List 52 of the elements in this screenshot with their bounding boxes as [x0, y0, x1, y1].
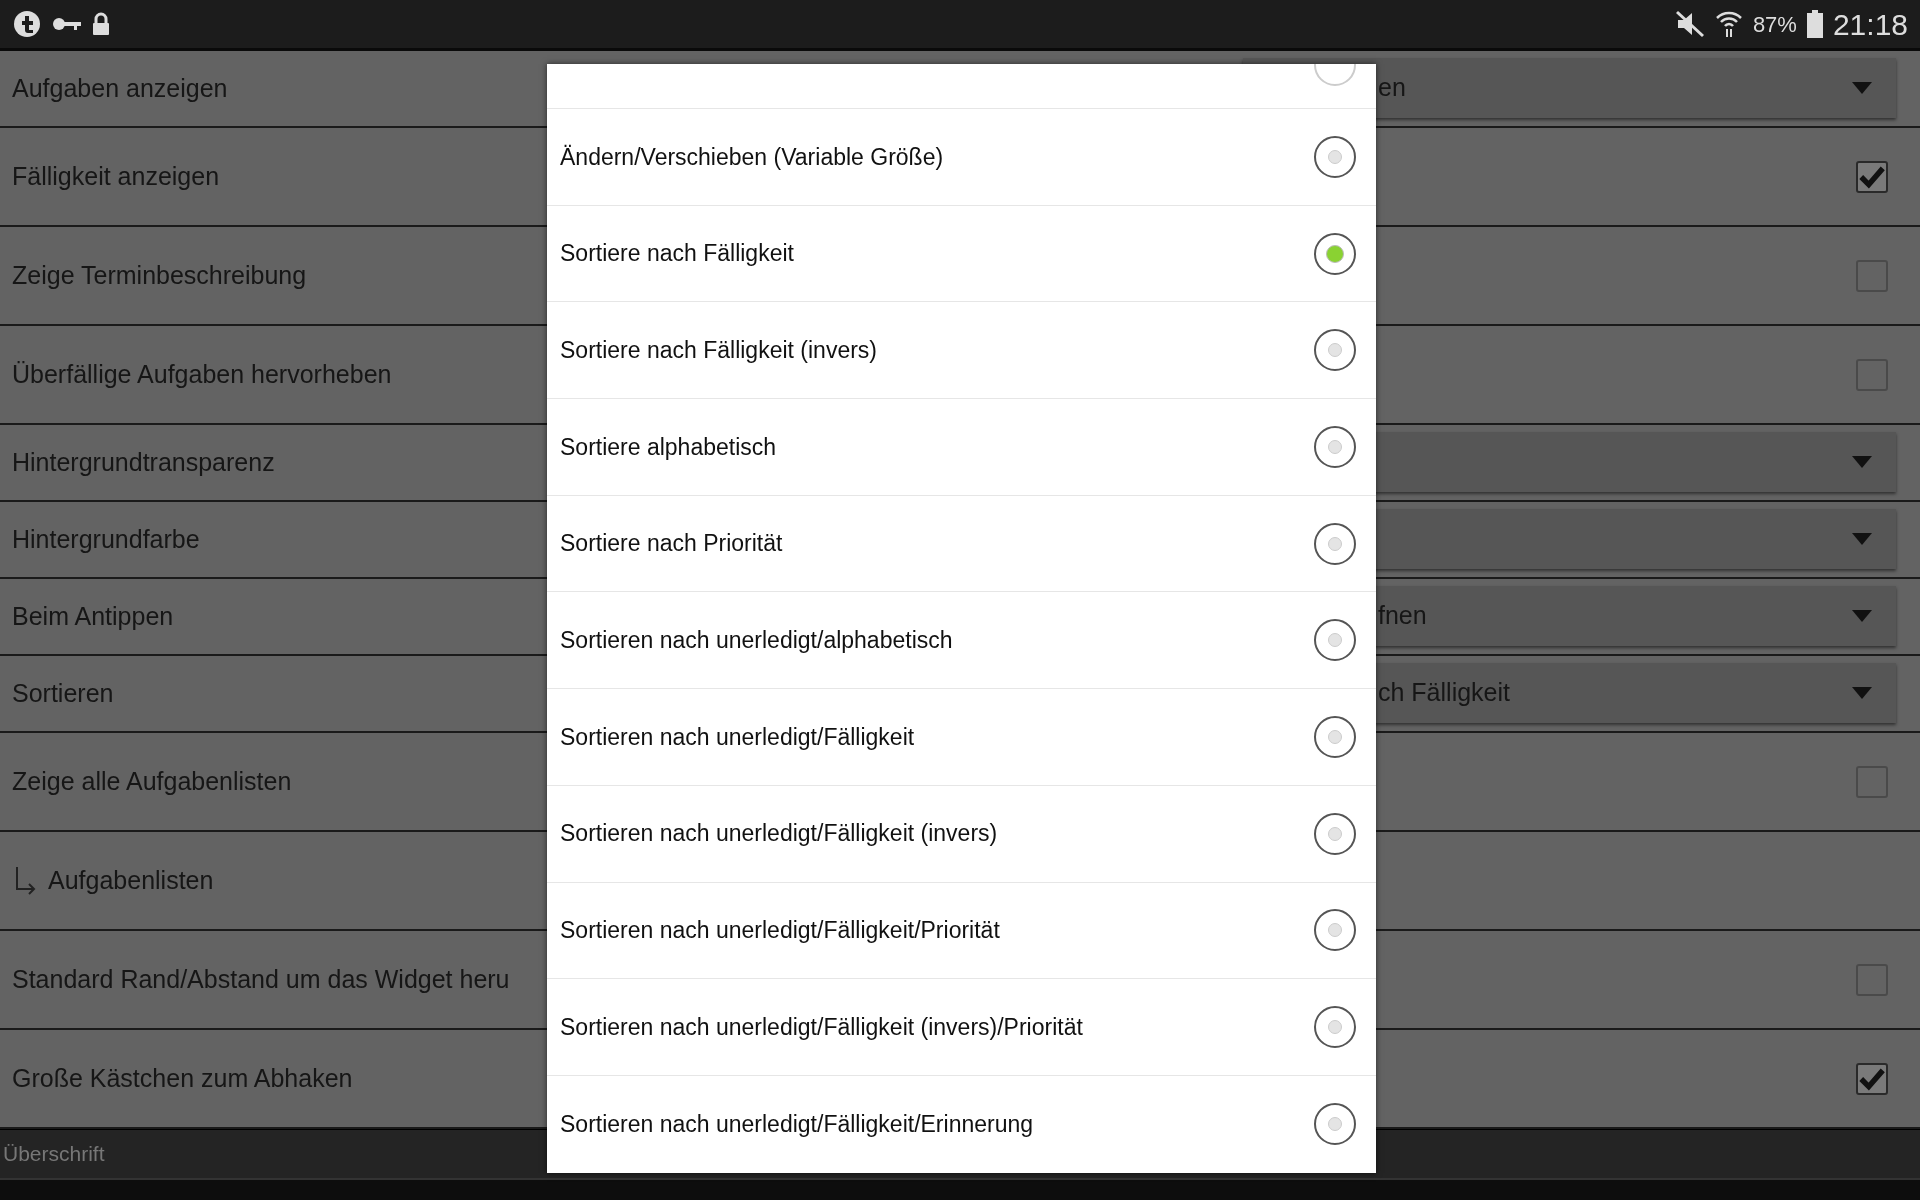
- checkbox[interactable]: [1856, 1062, 1888, 1095]
- setting-label: Zeige Terminbeschreibung: [12, 259, 307, 291]
- dropdown-arrow-icon: [1852, 82, 1872, 94]
- sort-option[interactable]: Sortiere alphabetisch: [547, 399, 1376, 496]
- sort-option[interactable]: Sortieren nach unerledigt/Fälligkeit (invers): [547, 785, 1376, 883]
- dropdown-arrow-icon: [1852, 610, 1872, 622]
- setting-label: Hintergrundtransparenz: [12, 446, 275, 478]
- radio-button[interactable]: [1314, 135, 1356, 178]
- radio-button[interactable]: [1314, 425, 1356, 468]
- setting-label: Zeige alle Aufgabenlisten: [12, 765, 292, 797]
- setting-label: Aufgaben anzeigen: [12, 72, 228, 104]
- sort-option[interactable]: Sortieren nach unerledigt/Fälligkeit (invers)/Priorität: [547, 979, 1376, 1076]
- setting-label: Aufgabenlisten: [48, 864, 214, 896]
- setting-label: Standard Rand/Abstand um das Widget heru: [12, 963, 510, 995]
- setting-label: Sortieren: [12, 677, 114, 709]
- lock-icon: [92, 12, 110, 36]
- setting-label: Überfällige Aufgaben hervorheben: [12, 358, 392, 390]
- setting-label: Große Kästchen zum Abhaken: [12, 1062, 353, 1094]
- setting-label: Fälligkeit anzeigen: [12, 160, 220, 192]
- radio-button[interactable]: [1314, 522, 1356, 565]
- clock: 21:18: [1832, 6, 1908, 43]
- sort-option[interactable]: Sortieren nach unerledigt/Fälligkeit: [547, 689, 1376, 786]
- dropdown-arrow-icon: [1852, 533, 1872, 545]
- radio-button[interactable]: [1314, 329, 1356, 372]
- dropdown-arrow-icon: [1852, 687, 1872, 699]
- sort-option[interactable]: Sortiere nach Priorität: [547, 495, 1376, 593]
- sort-option[interactable]: Sortieren nach unerledigt/Fälligkeit/Priorität: [547, 882, 1376, 980]
- radio-button[interactable]: [1314, 232, 1356, 275]
- radio-button[interactable]: [1314, 909, 1356, 952]
- checkbox[interactable]: [1856, 358, 1888, 391]
- sort-option[interactable]: Ändern/Verschieben (Variable Größe): [547, 109, 1376, 206]
- battery-percent: 87%: [1752, 10, 1797, 39]
- checkbox[interactable]: [1856, 160, 1888, 193]
- sort-option[interactable]: Sortiere nach Fälligkeit: [547, 205, 1376, 303]
- radio-button[interactable]: [1314, 812, 1356, 855]
- radio-button[interactable]: [1314, 1006, 1356, 1049]
- battery-icon: [1806, 10, 1823, 38]
- dropdown-arrow-icon: [1852, 456, 1872, 468]
- radio-button[interactable]: [1314, 1103, 1356, 1146]
- checkbox[interactable]: [1856, 963, 1888, 996]
- indent-arrow-icon: [14, 866, 36, 895]
- radio-button[interactable]: [1314, 715, 1356, 758]
- sort-option[interactable]: Sortieren nach unerledigt/alphabetisch: [547, 592, 1376, 690]
- checkbox[interactable]: [1856, 765, 1888, 798]
- setting-label: Hintergrundfarbe: [12, 523, 200, 555]
- mute-icon: [1674, 10, 1705, 38]
- radio-button[interactable]: [1314, 619, 1356, 662]
- setting-label: Beim Antippen: [12, 600, 174, 632]
- checkbox[interactable]: [1856, 259, 1888, 292]
- wifi-icon: [1714, 9, 1743, 39]
- sort-option[interactable]: Sortiere nach Fälligkeit (invers): [547, 302, 1376, 400]
- t-badge-icon: [12, 9, 42, 39]
